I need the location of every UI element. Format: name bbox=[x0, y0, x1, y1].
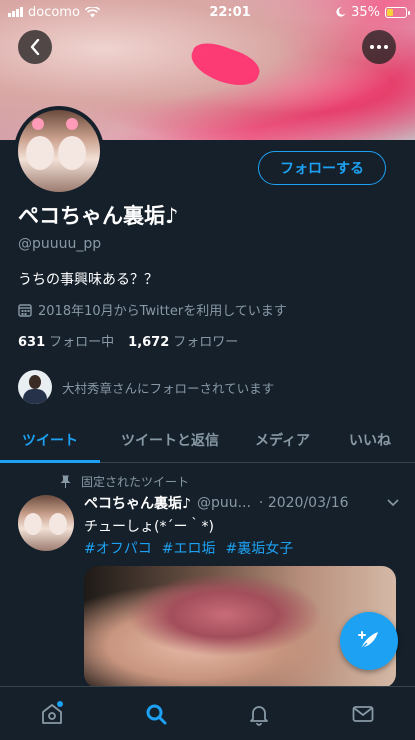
tab-tweets[interactable]: ツイート bbox=[0, 418, 100, 463]
nav-home[interactable] bbox=[32, 694, 72, 734]
followers-count: 1,672 bbox=[128, 335, 170, 350]
following-count: 631 bbox=[18, 335, 46, 350]
tab-likes[interactable]: いいね bbox=[325, 418, 415, 462]
more-icon bbox=[370, 45, 388, 49]
chevron-down-icon bbox=[387, 498, 399, 506]
back-button[interactable] bbox=[18, 30, 52, 64]
tweet-text: チューしょ(*´ー｀*) bbox=[84, 519, 214, 535]
joined-text: 2018年10月からTwitterを利用しています bbox=[38, 304, 287, 319]
following-link[interactable]: 631 フォロー中 bbox=[18, 331, 114, 350]
following-label: フォロー中 bbox=[49, 335, 115, 350]
compose-button[interactable] bbox=[340, 612, 398, 670]
pinned-label: 固定されたツイート bbox=[60, 473, 189, 490]
battery-fill bbox=[386, 8, 393, 16]
compose-icon bbox=[358, 631, 378, 650]
follow-button[interactable]: フォローする bbox=[258, 151, 386, 185]
nav-messages[interactable] bbox=[343, 694, 383, 734]
nav-home-badge bbox=[56, 700, 63, 707]
tweet-header: ペコちゃん裏垢♪ @puu... · 2020/03/16 bbox=[84, 493, 399, 513]
status-left: docomo bbox=[8, 5, 100, 20]
avatar-face-right bbox=[58, 136, 86, 170]
profile-bio: うちの事興味ある？？ bbox=[18, 272, 158, 288]
signal-icon bbox=[8, 7, 23, 17]
followed-by-row[interactable]: 大村秀章さんにフォローされています bbox=[18, 370, 274, 404]
battery-percent: 35% bbox=[351, 4, 380, 20]
calendar-icon bbox=[18, 303, 32, 317]
search-icon bbox=[146, 704, 167, 724]
profile-avatar[interactable] bbox=[14, 106, 104, 196]
tweet-date: · 2020/03/16 bbox=[258, 495, 349, 511]
status-time: 22:01 bbox=[209, 4, 251, 20]
status-right: 35% bbox=[336, 4, 410, 20]
hashtag-link[interactable]: #エロ垢 bbox=[162, 538, 216, 558]
moon-icon bbox=[336, 7, 346, 17]
avatar-heart-left bbox=[32, 118, 44, 130]
profile-tabs: ツイート ツイートと返信 メディア いいね bbox=[0, 418, 415, 463]
bell-icon bbox=[250, 705, 269, 726]
status-bar: docomo 22:01 35% bbox=[0, 0, 415, 24]
tweet-hashtags: #オフパコ #エロ垢 #裏垢女子 bbox=[84, 538, 293, 558]
hashtag-link[interactable]: #裏垢女子 bbox=[225, 538, 293, 558]
joined-date: 2018年10月からTwitterを利用しています bbox=[18, 300, 287, 319]
tweet-menu-button[interactable] bbox=[387, 496, 399, 511]
tab-media[interactable]: メディア bbox=[240, 418, 325, 462]
follower-avatar-head bbox=[29, 375, 41, 389]
pinned-text: 固定されたツイート bbox=[81, 475, 190, 489]
nav-search[interactable] bbox=[136, 694, 176, 734]
avatar-heart-right bbox=[66, 118, 78, 130]
nav-notifications[interactable] bbox=[239, 694, 279, 734]
follower-avatar-suit bbox=[23, 389, 47, 404]
pin-icon bbox=[60, 475, 71, 488]
profile-handle: @puuuu_pp bbox=[18, 236, 102, 252]
mail-icon bbox=[352, 705, 374, 722]
carrier-label: docomo bbox=[28, 4, 80, 20]
followers-link[interactable]: 1,672 フォロワー bbox=[128, 331, 238, 350]
display-name: ペコちゃん裏垢♪ bbox=[18, 204, 179, 228]
tweet-author-name: ペコちゃん裏垢♪ bbox=[84, 496, 191, 512]
more-button[interactable] bbox=[362, 30, 396, 64]
followers-label: フォロワー bbox=[173, 335, 239, 350]
followed-by-text: 大村秀章さんにフォローされています bbox=[62, 380, 275, 396]
wifi-icon bbox=[84, 6, 100, 17]
back-arrow-icon bbox=[30, 39, 40, 55]
bottom-nav bbox=[0, 686, 415, 740]
tab-tweets-replies[interactable]: ツイートと返信 bbox=[100, 418, 240, 462]
battery-icon bbox=[384, 6, 410, 18]
avatar-face-left bbox=[26, 136, 54, 170]
follow-counts: 631 フォロー中 1,672 フォロワー bbox=[18, 331, 238, 350]
tweet-avatar-face-right bbox=[49, 513, 67, 535]
follower-avatar bbox=[18, 370, 52, 404]
tweet-avatar-face-left bbox=[24, 513, 42, 535]
tweet-author-handle: @puu... bbox=[196, 495, 251, 511]
hashtag-link[interactable]: #オフパコ bbox=[84, 538, 152, 558]
banner-ribbon bbox=[186, 37, 264, 93]
tweet-avatar[interactable] bbox=[18, 495, 74, 551]
